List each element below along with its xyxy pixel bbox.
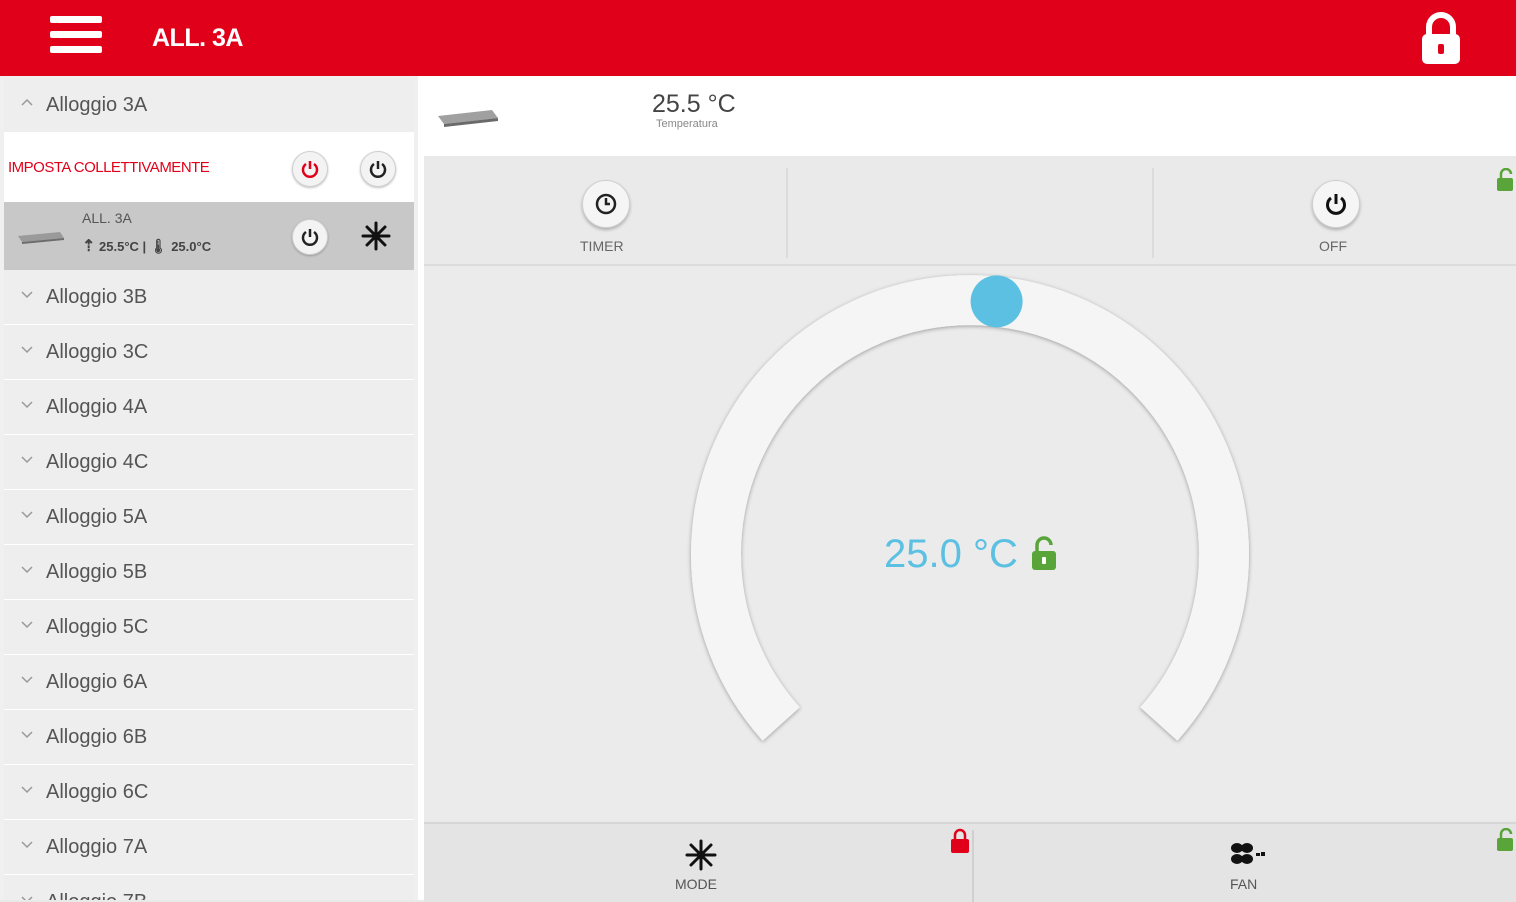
hamburger-menu-icon[interactable] [50, 16, 102, 60]
chevron-down-icon [21, 731, 33, 739]
ac-unit-icon [18, 232, 64, 244]
thermometer-icon: 🌡 [149, 238, 168, 254]
padlock-locked-icon[interactable] [1418, 12, 1464, 66]
dial-knob[interactable] [970, 275, 1023, 328]
setpoint-dial-area: 25.0 °C [424, 266, 1516, 820]
fan-speed-icon[interactable] [1228, 840, 1268, 868]
sidebar-group-label: Alloggio 6A [46, 671, 148, 693]
power-icon [369, 161, 387, 178]
sidebar-group-label: Alloggio 5C [46, 616, 149, 638]
sidebar-group-label: Alloggio 3C [46, 341, 149, 363]
sidebar-group-item[interactable]: Alloggio 4C [4, 435, 414, 491]
chevron-down-icon [21, 291, 33, 299]
collective-off-button[interactable] [360, 151, 396, 187]
power-button[interactable] [1312, 180, 1360, 228]
unit-info-bar: 25.5 °C Temperatura [424, 76, 1516, 156]
unit-row-selected[interactable]: ALL. 3A ⇡ 25.5°C | 🌡 25.0°C [4, 202, 414, 270]
unit-power-button[interactable] [292, 219, 328, 255]
sidebar-group-item[interactable]: Alloggio 6A [4, 655, 414, 711]
chevron-down-icon [21, 786, 33, 794]
chevron-down-icon [21, 456, 33, 464]
chevron-down-icon [21, 841, 33, 849]
sidebar-group-item[interactable]: Alloggio 6B [4, 710, 414, 766]
app-header: ALL. 3A [0, 0, 1516, 76]
sidebar-group-label: Alloggio 3A [46, 94, 148, 116]
sidebar-group-label: Alloggio 5B [46, 561, 148, 583]
sidebar-group-label: Alloggio 4C [46, 451, 149, 473]
unit-set-temp: 25.0°C [171, 239, 212, 254]
sidebar: Alloggio 3A IMPOSTA COLLETTIVAMENTE ALL.… [0, 76, 424, 900]
sidebar-group-item[interactable]: Alloggio 5C [4, 600, 414, 656]
power-icon [301, 229, 319, 246]
sidebar-group-item[interactable]: Alloggio 5A [4, 490, 414, 546]
sidebar-group-item[interactable]: Alloggio 5B [4, 545, 414, 601]
sidebar-group-label: Alloggio 7B [46, 891, 147, 900]
snowflake-mode-icon[interactable] [360, 220, 392, 252]
divider [972, 830, 974, 902]
ac-unit-icon [438, 110, 498, 127]
current-temperature: 25.5 °C [652, 90, 736, 118]
divider [786, 168, 788, 258]
bottom-bar: MODE FAN [424, 822, 1516, 902]
padlock-unlocked-icon[interactable] [1496, 168, 1514, 192]
timer-button[interactable] [582, 180, 630, 228]
chevron-down-icon [21, 566, 33, 574]
sidebar-group-item[interactable]: Alloggio 7B [4, 875, 414, 900]
padlock-unlocked-icon[interactable] [1030, 536, 1058, 572]
chevron-up-icon [21, 98, 33, 106]
chevron-down-icon [21, 346, 33, 354]
sidebar-group-label: Alloggio 3B [46, 286, 148, 308]
chevron-down-icon [21, 621, 33, 629]
sidebar-group-label: Alloggio 6C [46, 781, 149, 803]
timer-label: TIMER [580, 238, 624, 254]
temperature-caption: Temperatura [656, 118, 718, 130]
chevron-down-icon [21, 511, 33, 519]
collective-power-button[interactable] [292, 151, 328, 187]
controls-bar: TIMER OFF [424, 160, 1516, 266]
sidebar-group-label: Alloggio 4A [46, 396, 148, 418]
padlock-locked-icon[interactable] [950, 828, 970, 854]
sidebar-group-label: Alloggio 7A [46, 836, 148, 858]
setpoint-value: 25.0 °C [884, 532, 1018, 576]
chevron-down-icon [21, 896, 33, 900]
unit-name: ALL. 3A [82, 210, 132, 226]
sidebar-group-item[interactable]: Alloggio 6C [4, 765, 414, 821]
sidebar-group-expanded[interactable]: Alloggio 3A [4, 78, 414, 134]
unit-room-temp: 25.5°C [99, 239, 139, 254]
sidebar-group-item[interactable]: Alloggio 3B [4, 270, 414, 326]
power-icon [301, 161, 319, 178]
chevron-down-icon [21, 401, 33, 409]
clock-icon [595, 193, 617, 215]
sidebar-group-label: Alloggio 6B [46, 726, 148, 748]
divider [1152, 168, 1154, 258]
sidebar-group-label: Alloggio 5A [46, 506, 148, 528]
arrow-up-icon: ⇡ [82, 238, 96, 255]
collective-settings-row: IMPOSTA COLLETTIVAMENTE [4, 134, 414, 202]
dial-track [691, 275, 1249, 741]
power-state-label: OFF [1319, 238, 1347, 254]
power-icon [1326, 194, 1346, 215]
page-title: ALL. 3A [152, 24, 243, 52]
fan-label: FAN [1230, 876, 1258, 892]
padlock-unlocked-icon[interactable] [1496, 828, 1514, 852]
sidebar-group-item[interactable]: Alloggio 4A [4, 380, 414, 436]
unit-temperatures: ⇡ 25.5°C | 🌡 25.0°C [82, 238, 212, 255]
sidebar-group-item[interactable]: Alloggio 3C [4, 325, 414, 381]
collective-settings-label: IMPOSTA COLLETTIVAMENTE [8, 159, 210, 176]
snowflake-mode-icon[interactable] [684, 838, 718, 872]
mode-label: MODE [675, 876, 717, 892]
chevron-down-icon [21, 676, 33, 684]
sidebar-group-item[interactable]: Alloggio 7A [4, 820, 414, 876]
